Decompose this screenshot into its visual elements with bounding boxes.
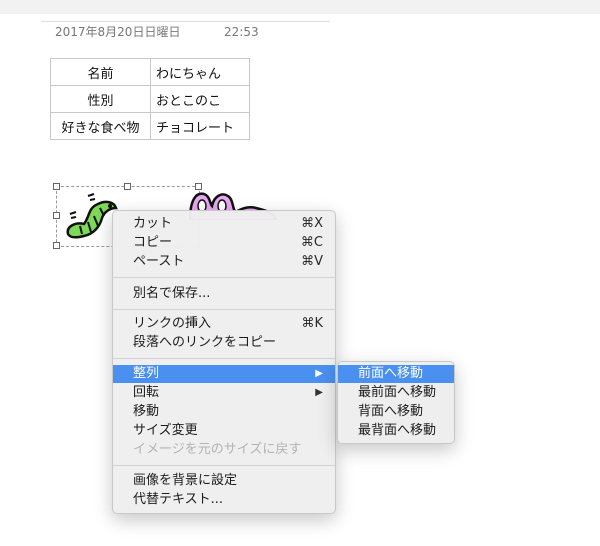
menu-shortcut: ⌘K	[301, 316, 323, 331]
menu-separator	[113, 465, 335, 466]
menu-item-label: 前面へ移動	[358, 366, 424, 381]
menu-item-move[interactable]: 移動	[113, 403, 335, 421]
resize-handle-top[interactable]	[124, 183, 131, 190]
menu-shortcut: ⌘X	[301, 216, 323, 231]
menu-shortcut: ⌘V	[301, 254, 323, 269]
menu-item-copy-paragraph-link[interactable]: 段落へのリンクをコピー	[113, 334, 335, 352]
table-row: 性別 おとこのこ	[50, 85, 250, 113]
table-cell[interactable]: チョコレート	[150, 112, 250, 140]
menu-item-label: 移動	[133, 404, 160, 419]
menu-item-label: 最前面へ移動	[358, 385, 437, 400]
menu-item-resize[interactable]: サイズ変更	[113, 422, 335, 440]
resize-handle-bottom-left[interactable]	[53, 242, 60, 249]
menu-item-set-background[interactable]: 画像を背景に設定	[113, 472, 335, 490]
menu-separator	[113, 309, 335, 310]
menu-item-label: ペースト	[133, 254, 185, 269]
table-cell[interactable]: 性別	[50, 85, 151, 113]
menu-item-label: 最背面へ移動	[358, 423, 437, 438]
submenu-item-send-to-back[interactable]: 最背面へ移動	[338, 422, 454, 440]
menu-item-arrange[interactable]: 整列 ▶	[113, 365, 335, 383]
page-top-strip	[0, 0, 600, 14]
table-cell[interactable]: 好きな食べ物	[50, 112, 151, 140]
submenu-item-send-backward[interactable]: 背面へ移動	[338, 403, 454, 421]
menu-item-label: 別名で保存...	[133, 286, 211, 301]
menu-item-label: カット	[133, 216, 173, 231]
menu-shortcut: ⌘C	[300, 235, 323, 250]
submenu-arrow-icon: ▶	[315, 387, 323, 398]
submenu-arrow-icon: ▶	[315, 368, 323, 379]
table-cell[interactable]: 名前	[50, 58, 151, 86]
menu-item-label: サイズ変更	[133, 423, 198, 438]
menu-item-rotate[interactable]: 回転 ▶	[113, 384, 335, 402]
menu-item-reset-size: イメージを元のサイズに戻す	[113, 441, 335, 459]
header-divider	[41, 21, 330, 22]
menu-item-paste[interactable]: ペースト ⌘V	[113, 253, 335, 271]
menu-separator	[113, 277, 335, 278]
menu-item-label: イメージを元のサイズに戻す	[133, 442, 302, 457]
table-row: 名前 わにちゃん	[50, 58, 250, 86]
menu-item-label: 整列	[133, 366, 160, 381]
resize-handle-left[interactable]	[53, 212, 60, 219]
page-time: 22:53	[224, 25, 259, 39]
table-row: 好きな食べ物 チョコレート	[50, 112, 250, 140]
menu-item-copy[interactable]: コピー ⌘C	[113, 234, 335, 252]
menu-item-label: 段落へのリンクをコピー	[133, 335, 277, 350]
info-table: 名前 わにちゃん 性別 おとこのこ 好きな食べ物 チョコレート	[50, 58, 250, 140]
menu-item-label: 背面へ移動	[358, 404, 424, 419]
context-menu: カット ⌘X コピー ⌘C ペースト ⌘V 別名で保存... リンクの挿入 ⌘K…	[112, 210, 336, 514]
menu-item-label: リンクの挿入	[133, 316, 212, 331]
page-date: 2017年8月20日日曜日	[55, 25, 181, 39]
menu-item-insert-link[interactable]: リンクの挿入 ⌘K	[113, 315, 335, 333]
submenu-item-bring-forward[interactable]: 前面へ移動	[338, 365, 454, 383]
menu-item-label: 代替テキスト...	[133, 492, 224, 507]
menu-item-label: 回転	[133, 385, 160, 400]
menu-item-label: 画像を背景に設定	[133, 473, 238, 488]
resize-handle-top-right[interactable]	[195, 183, 202, 190]
table-cell[interactable]: わにちゃん	[150, 58, 250, 86]
arrange-submenu: 前面へ移動 最前面へ移動 背面へ移動 最背面へ移動	[337, 361, 455, 444]
menu-item-save-as[interactable]: 別名で保存...	[113, 285, 335, 303]
menu-item-alt-text[interactable]: 代替テキスト...	[113, 491, 335, 509]
menu-separator	[113, 358, 335, 359]
resize-handle-top-left[interactable]	[53, 183, 60, 190]
table-cell[interactable]: おとこのこ	[150, 85, 250, 113]
menu-item-cut[interactable]: カット ⌘X	[113, 215, 335, 233]
submenu-item-bring-to-front[interactable]: 最前面へ移動	[338, 384, 454, 402]
menu-item-label: コピー	[133, 235, 173, 250]
